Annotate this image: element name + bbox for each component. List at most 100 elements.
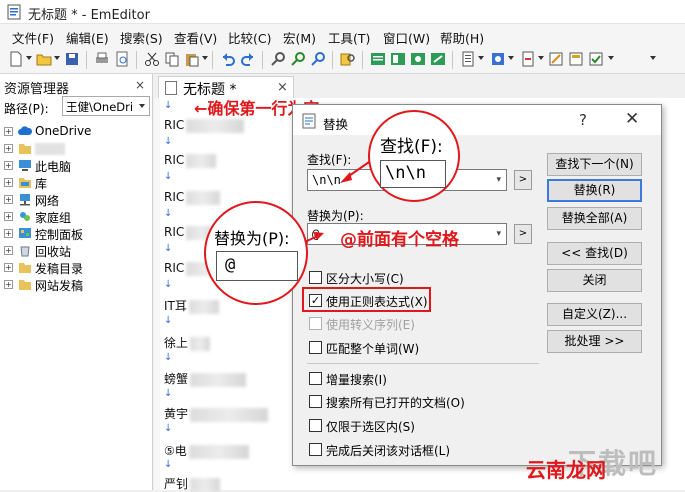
tree-item-this-pc[interactable]: + 此电脑 xyxy=(4,158,150,174)
paste-icon[interactable] xyxy=(184,51,200,67)
menu-view[interactable]: 查看(V) xyxy=(174,28,217,47)
window-title: 无标题 * - EmEditor xyxy=(28,8,150,23)
checkbox[interactable] xyxy=(309,443,322,456)
explorer-title: 资源管理器 xyxy=(4,82,70,97)
undo-icon[interactable] xyxy=(220,51,236,67)
tree-item-recycle-bin[interactable]: + 回收站 xyxy=(4,243,150,259)
replace-all-button[interactable]: 替换全部(A) xyxy=(547,207,642,230)
tab-close-button[interactable]: × xyxy=(277,80,288,95)
tree-item-homegroup[interactable]: + 家庭组 xyxy=(4,209,150,225)
explorer-close-button[interactable]: × xyxy=(135,78,145,92)
editor-line: RIC xyxy=(164,190,221,205)
redo-icon[interactable] xyxy=(240,51,256,67)
menu-compare[interactable]: 比较(C) xyxy=(228,28,271,47)
tree-item-drafts[interactable]: + 发稿目录 xyxy=(4,260,150,276)
macro-dropdown[interactable] xyxy=(478,56,484,60)
dialog-close-button[interactable]: ✕ xyxy=(625,109,639,129)
find-special-button[interactable]: > xyxy=(514,170,532,190)
return-mark-icon: ↓ xyxy=(164,423,173,434)
find-icon[interactable] xyxy=(270,51,286,67)
config-icon[interactable] xyxy=(520,51,536,67)
tree-item-user[interactable]: + xyxy=(4,141,150,157)
menu-tools[interactable]: 工具(T) xyxy=(328,28,370,47)
config-dropdown[interactable] xyxy=(538,56,544,60)
expand-icon[interactable]: + xyxy=(4,144,13,153)
view-mode-icon[interactable] xyxy=(370,51,386,67)
annotation-find-zoom: 查找(F): \n\n xyxy=(368,110,460,202)
tree-item-network[interactable]: + 网络 xyxy=(4,192,150,208)
print-preview-icon[interactable] xyxy=(114,51,130,67)
paste-dropdown[interactable] xyxy=(202,56,208,60)
find-next-icon[interactable] xyxy=(290,51,306,67)
open-dropdown[interactable] xyxy=(54,56,60,60)
checkbox[interactable] xyxy=(309,317,322,330)
find-in-files-icon[interactable] xyxy=(340,51,356,67)
expand-icon[interactable]: + xyxy=(4,280,13,289)
toolbar-overflow-dropdown[interactable] xyxy=(650,56,656,60)
check-icon[interactable] xyxy=(588,51,604,67)
customize-2-icon[interactable] xyxy=(568,51,584,67)
checkbox[interactable] xyxy=(309,395,322,408)
batch-button[interactable]: 批处理 >> xyxy=(547,330,642,353)
replace-button[interactable]: 替换(R) xyxy=(547,179,642,202)
return-mark-icon: ↓ xyxy=(164,388,173,399)
editor-gutter xyxy=(154,98,160,490)
checkbox[interactable] xyxy=(309,271,322,284)
customize-icon[interactable] xyxy=(548,51,564,67)
save-icon[interactable] xyxy=(64,51,80,67)
new-file-dropdown[interactable] xyxy=(26,56,32,60)
menu-window[interactable]: 窗口(W) xyxy=(383,28,430,47)
menu-edit[interactable]: 编辑(E) xyxy=(66,28,109,47)
editor-line: 严钊 xyxy=(164,475,221,492)
menu-file[interactable]: 文件(F) xyxy=(12,28,54,47)
plugin-dropdown[interactable] xyxy=(508,56,514,60)
find-less-button[interactable]: << 查找(D) xyxy=(547,242,642,265)
find-label: 查找(F): xyxy=(307,153,352,167)
find-prev-icon[interactable] xyxy=(310,51,326,67)
find-next-button[interactable]: 查找下一个(N) xyxy=(547,153,642,176)
tree-item-website-drafts[interactable]: + 网站发稿 xyxy=(4,277,150,293)
expand-icon[interactable]: + xyxy=(4,127,13,136)
annotation-replace-zoom: 替换为(P): @ xyxy=(204,201,308,305)
new-file-icon[interactable] xyxy=(8,51,24,67)
tree-item-control-panel[interactable]: + 控制面板 xyxy=(4,226,150,242)
menu-help[interactable]: 帮助(H) xyxy=(440,28,484,47)
toolbar xyxy=(0,46,685,74)
tree-item-onedrive[interactable]: + OneDrive xyxy=(4,124,150,140)
cut-icon[interactable] xyxy=(144,51,160,67)
copy-icon[interactable] xyxy=(164,51,180,67)
menu-macro[interactable]: 宏(M) xyxy=(283,28,316,47)
window-titlebar: 无标题 * - EmEditor xyxy=(0,0,685,24)
expand-icon[interactable]: + xyxy=(4,195,13,204)
expand-icon[interactable]: + xyxy=(4,161,13,170)
sync-icon[interactable] xyxy=(410,51,426,67)
outline-icon[interactable] xyxy=(390,51,406,67)
tree-item-label: OneDrive xyxy=(35,124,92,138)
chevron-down-icon[interactable]: ▾ xyxy=(496,229,501,239)
print-icon[interactable] xyxy=(94,51,110,67)
menu-search[interactable]: 搜索(S) xyxy=(120,28,163,47)
expand-icon[interactable]: + xyxy=(4,263,13,272)
expand-icon[interactable]: + xyxy=(4,229,13,238)
check-dropdown[interactable] xyxy=(608,56,614,60)
chevron-down-icon[interactable]: ▾ xyxy=(496,175,501,185)
checkbox[interactable] xyxy=(309,419,322,432)
close-button[interactable]: 关闭 xyxy=(547,269,642,292)
customize-button[interactable]: 自定义(Z)... xyxy=(547,303,642,326)
checkbox[interactable] xyxy=(309,341,322,354)
expand-icon[interactable]: + xyxy=(4,178,13,187)
checkbox[interactable] xyxy=(309,372,322,385)
plugin-icon[interactable] xyxy=(490,51,506,67)
computer-icon xyxy=(19,160,31,171)
split-icon[interactable] xyxy=(430,51,446,67)
expand-icon[interactable]: + xyxy=(4,212,13,221)
tree-item-library[interactable]: + 库 xyxy=(4,175,150,191)
path-select[interactable]: 王健\OneDri xyxy=(62,96,150,116)
replace-special-button[interactable]: > xyxy=(514,224,532,244)
open-folder-icon[interactable] xyxy=(36,51,52,67)
dialog-help-button[interactable]: ? xyxy=(579,111,587,129)
watermark-brand: 云南龙网 xyxy=(526,458,606,482)
expand-icon[interactable]: + xyxy=(4,246,13,255)
editor-line: RIC xyxy=(164,153,217,168)
macro-icon[interactable] xyxy=(460,51,476,67)
